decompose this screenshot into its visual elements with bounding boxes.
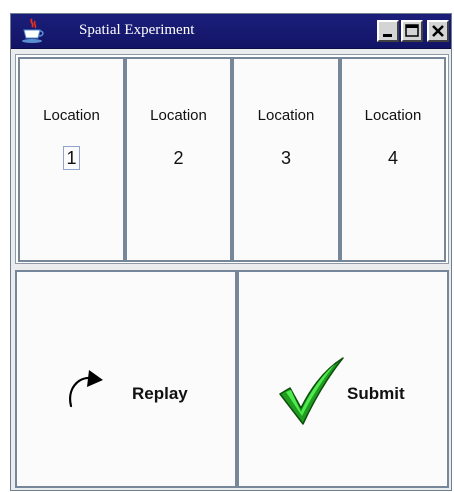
close-icon bbox=[432, 25, 444, 37]
location-label: Location bbox=[43, 107, 100, 124]
maximize-button[interactable] bbox=[401, 20, 423, 42]
submit-button[interactable]: Submit bbox=[237, 270, 449, 488]
location-cell-3[interactable]: Location 3 bbox=[232, 57, 340, 262]
replay-button[interactable]: Replay bbox=[15, 270, 237, 488]
minimize-icon bbox=[383, 34, 392, 37]
submit-label: Submit bbox=[347, 384, 405, 403]
location-label: Location bbox=[364, 107, 422, 124]
location-cell-4[interactable]: Location 4 bbox=[340, 57, 446, 262]
title-bar[interactable]: Spatial Experiment bbox=[11, 14, 451, 49]
replay-label: Replay bbox=[132, 384, 188, 403]
location-label: Location bbox=[150, 107, 207, 124]
actions-panel: Replay Submit bbox=[15, 270, 449, 488]
location-number: 4 bbox=[387, 148, 398, 168]
location-label: Location bbox=[257, 107, 315, 124]
location-cell-2[interactable]: Location 2 bbox=[125, 57, 232, 262]
locations-panel: Location 1 Location 2 Location 3 Locatio… bbox=[15, 54, 449, 264]
location-number: 2 bbox=[173, 148, 184, 168]
java-cup-icon bbox=[22, 18, 44, 43]
location-number: 3 bbox=[280, 148, 291, 168]
close-button[interactable] bbox=[427, 20, 449, 42]
maximize-icon bbox=[405, 24, 419, 37]
window-title: Spatial Experiment bbox=[79, 22, 195, 38]
location-number: 1 bbox=[63, 146, 80, 170]
replay-arrow-icon bbox=[69, 370, 103, 408]
app-window: Spatial Experiment Location 1 Location 2 bbox=[10, 13, 452, 491]
location-cell-1[interactable]: Location 1 bbox=[18, 57, 125, 262]
checkmark-icon bbox=[279, 357, 344, 425]
minimize-button[interactable] bbox=[377, 20, 399, 42]
